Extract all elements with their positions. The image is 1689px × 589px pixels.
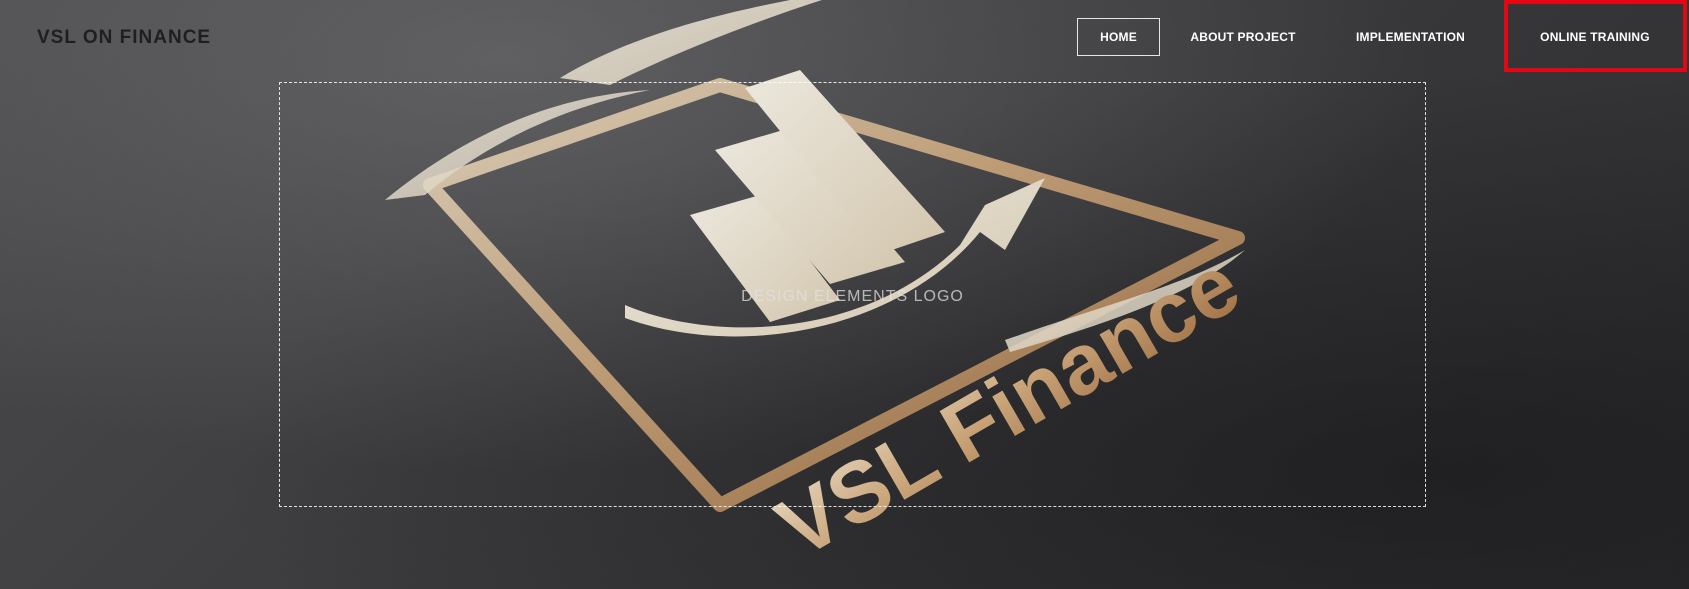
design-elements-placeholder: DESIGN ELEMENTS LOGO [279, 82, 1426, 507]
nav-about-project[interactable]: ABOUT PROJECT [1183, 18, 1303, 56]
online-training-highlight [1504, 0, 1687, 72]
nav-home[interactable]: HOME [1077, 18, 1160, 56]
nav-implementation[interactable]: IMPLEMENTATION [1343, 18, 1478, 56]
placeholder-label: DESIGN ELEMENTS LOGO [741, 288, 964, 305]
site-brand[interactable]: VSL ON FINANCE [37, 27, 211, 49]
